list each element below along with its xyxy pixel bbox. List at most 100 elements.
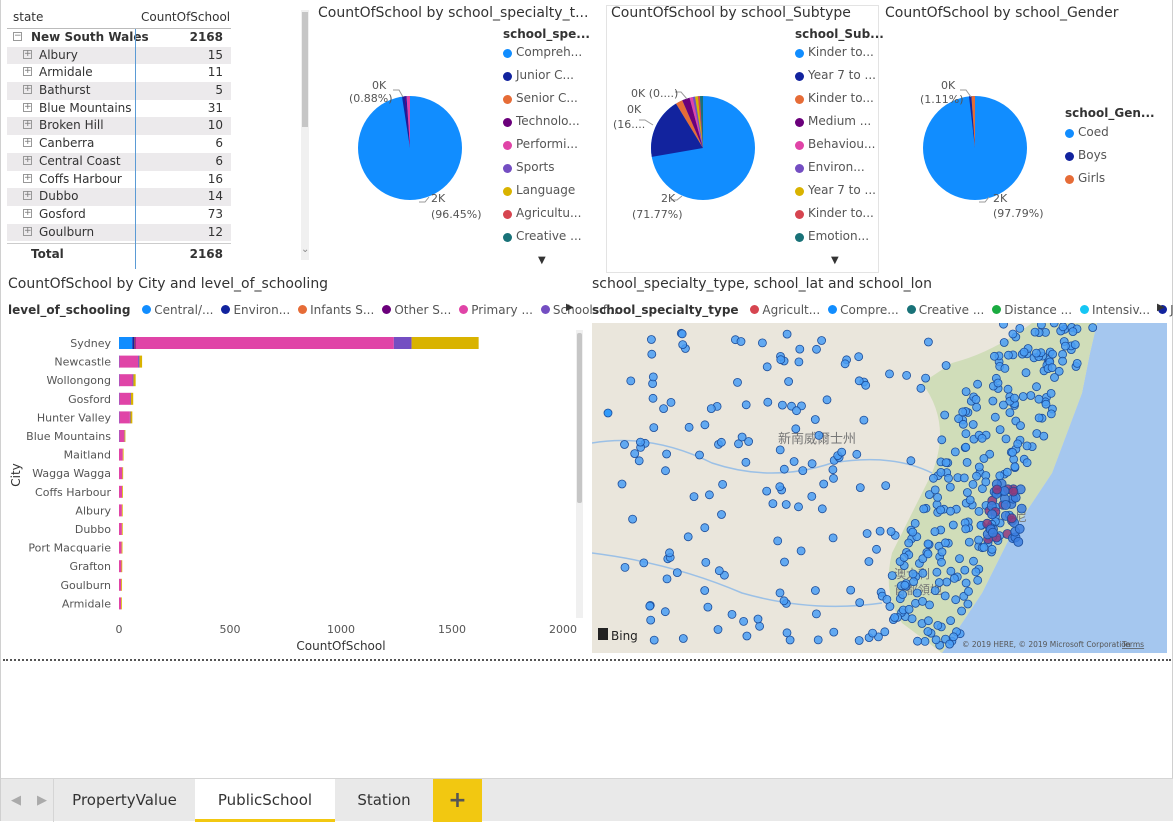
matrix-row[interactable]: + Coffs Harbour 16 [7, 171, 231, 189]
school-point[interactable] [961, 387, 971, 396]
bar-segment[interactable] [135, 337, 394, 349]
school-point[interactable] [813, 635, 823, 645]
collapse-icon[interactable]: − [13, 32, 22, 41]
school-point[interactable] [899, 552, 909, 562]
school-point[interactable] [908, 569, 918, 579]
bar-legend-item[interactable]: Infants S... [298, 303, 374, 317]
school-point[interactable] [775, 482, 785, 492]
school-point[interactable] [703, 602, 713, 612]
school-point[interactable] [974, 462, 984, 472]
school-point[interactable] [648, 372, 658, 382]
school-point[interactable] [775, 445, 785, 455]
school-point[interactable] [620, 562, 630, 572]
school-point[interactable] [717, 510, 726, 519]
school-point[interactable] [807, 491, 817, 501]
school-point[interactable] [828, 533, 838, 543]
school-point[interactable] [1003, 384, 1013, 394]
matrix-row[interactable]: + Bathurst 5 [7, 82, 231, 100]
school-point[interactable] [1008, 486, 1019, 497]
bar-segment[interactable] [121, 578, 123, 591]
school-point[interactable] [773, 536, 783, 546]
matrix-group-row[interactable]: − New South Wales 2168 [7, 29, 231, 47]
school-point[interactable] [965, 495, 975, 505]
pie2-legend-item[interactable]: Emotion... [795, 229, 876, 252]
school-point[interactable] [933, 620, 943, 630]
school-point[interactable] [957, 606, 967, 616]
school-point[interactable] [1068, 327, 1078, 337]
school-point[interactable] [855, 483, 865, 493]
school-point[interactable] [923, 627, 933, 636]
tab-station[interactable]: Station [335, 779, 433, 822]
bar-segment[interactable] [138, 355, 140, 368]
bar-segment[interactable] [119, 485, 123, 498]
school-point[interactable] [928, 473, 938, 483]
school-point[interactable] [875, 526, 885, 536]
school-point[interactable] [923, 549, 933, 559]
school-point[interactable] [923, 616, 933, 626]
school-point[interactable] [890, 613, 900, 622]
school-point[interactable] [872, 544, 881, 554]
bar-segment[interactable] [121, 504, 123, 517]
school-point[interactable] [1022, 441, 1032, 451]
bar-chart[interactable]: City CountOfSchool Sydney Newcastle Wollon… [1, 325, 586, 655]
school-point[interactable] [630, 449, 640, 459]
pie1-legend-item[interactable]: Junior C... [503, 68, 582, 91]
bar-segment[interactable] [119, 430, 125, 442]
school-point[interactable] [987, 527, 998, 538]
pie1-legend-item[interactable]: Performi... [503, 137, 582, 160]
school-point[interactable] [1003, 350, 1013, 360]
expand-icon[interactable]: + [23, 173, 32, 183]
school-point[interactable] [742, 631, 752, 641]
school-point[interactable] [700, 523, 710, 533]
pie3-legend-item[interactable]: Boys [1065, 148, 1109, 171]
school-point[interactable] [862, 529, 872, 538]
school-point[interactable] [647, 349, 657, 359]
matrix-row[interactable]: + Albury 15 [7, 46, 231, 65]
school-point[interactable] [887, 571, 897, 581]
school-point[interactable] [999, 323, 1008, 329]
bar-segment[interactable] [139, 355, 143, 368]
school-point[interactable] [977, 433, 987, 443]
bar-legend-item[interactable]: Environ... [221, 303, 290, 317]
school-point[interactable] [736, 337, 746, 346]
school-point[interactable] [1046, 389, 1056, 398]
scroll-down-icon[interactable]: ⌄ [301, 244, 309, 255]
expand-icon[interactable]: + [23, 208, 32, 218]
bar-legend-item[interactable]: Other S... [382, 303, 451, 317]
pie3-legend-item[interactable]: Girls [1065, 171, 1109, 194]
school-point[interactable] [639, 558, 649, 568]
matrix-row[interactable]: + Armidale 11 [7, 64, 231, 82]
school-point[interactable] [886, 527, 896, 536]
map-visual[interactable]: 新南威爾士州 澳大利 首都領地 尼 Bing © 2019 HERE, © 20… [592, 323, 1167, 653]
school-point[interactable] [620, 440, 629, 449]
school-point[interactable] [1008, 447, 1017, 457]
school-point[interactable] [817, 504, 827, 514]
school-point[interactable] [936, 505, 946, 515]
school-point[interactable] [940, 591, 950, 601]
school-point[interactable] [666, 398, 676, 407]
school-point[interactable] [796, 546, 806, 556]
school-point[interactable] [868, 628, 878, 638]
school-point[interactable] [973, 379, 983, 389]
school-point[interactable] [930, 586, 940, 596]
school-point[interactable] [959, 473, 969, 483]
school-point[interactable] [1046, 409, 1056, 419]
pie3-legend-item[interactable]: Coed [1065, 125, 1109, 148]
school-point[interactable] [810, 586, 820, 595]
school-point[interactable] [1000, 500, 1011, 510]
school-point[interactable] [861, 380, 871, 390]
school-point[interactable] [828, 465, 838, 475]
school-point[interactable] [932, 567, 942, 577]
school-point[interactable] [918, 596, 927, 606]
school-point[interactable] [974, 535, 984, 545]
school-point[interactable] [792, 406, 801, 416]
matrix-row[interactable]: + Blue Mountains 31 [7, 100, 231, 118]
matrix-col-state[interactable]: state [13, 10, 43, 24]
school-point[interactable] [794, 502, 803, 512]
school-point[interactable] [1050, 373, 1059, 382]
pie1-chart[interactable]: 0K (0.88%) 2K (96.45%) [341, 70, 501, 230]
pie2-legend-item[interactable]: Behaviou... [795, 137, 876, 160]
school-point[interactable] [969, 556, 978, 566]
school-point[interactable] [981, 477, 991, 487]
school-point[interactable] [918, 568, 928, 578]
